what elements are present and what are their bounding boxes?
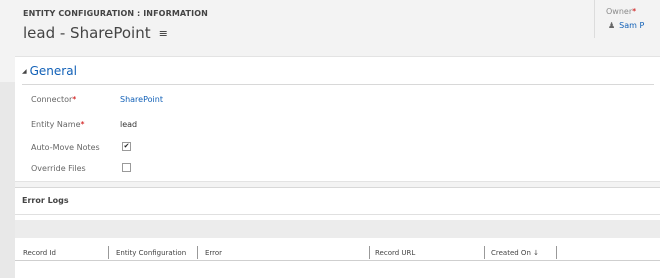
field-label-text: Entity Name [31, 120, 81, 129]
record-title-text: lead - SharePoint [23, 24, 151, 42]
required-marker: * [72, 95, 77, 104]
field-label-text: Connector [31, 95, 73, 104]
override-files-checkbox[interactable] [122, 163, 131, 172]
hamburger-menu-icon[interactable]: ≡ [159, 28, 168, 39]
grid-header: Record Id Entity Configuration Error Rec… [15, 246, 660, 260]
column-header-entity-configuration[interactable]: Entity Configuration [116, 249, 186, 257]
general-section-header[interactable]: ◢ General [22, 64, 77, 78]
column-header-created-on-label: Created On [491, 249, 531, 257]
field-connector: Connector* SharePoint [15, 93, 660, 111]
field-override-files: Override Files [15, 162, 660, 180]
field-entity-name: Entity Name* lead [15, 118, 660, 136]
section-divider [22, 84, 654, 85]
collapse-triangle-icon[interactable]: ◢ [22, 68, 27, 75]
column-separator[interactable] [197, 246, 198, 259]
grid-toolbar [15, 220, 660, 238]
field-auto-move-notes: Auto-Move Notes ✔ [15, 141, 660, 159]
section-title: General [29, 64, 77, 78]
user-icon: ♟ [608, 21, 616, 30]
column-separator[interactable] [108, 246, 109, 259]
owner-label-text: Owner [606, 7, 633, 16]
column-header-error[interactable]: Error [205, 249, 222, 257]
column-header-created-on[interactable]: Created On ↓ [491, 249, 539, 257]
entity-name-field[interactable]: lead [120, 120, 137, 129]
column-separator[interactable] [484, 246, 485, 259]
left-gutter [0, 82, 15, 278]
owner-lookup[interactable]: ♟ Sam P [608, 21, 644, 30]
owner-label: Owner* [606, 7, 636, 16]
record-header: ENTITY CONFIGURATION : INFORMATION lead … [0, 0, 660, 56]
column-header-record-id[interactable]: Record Id [23, 249, 56, 257]
column-separator[interactable] [556, 246, 557, 259]
error-logs-title: Error Logs [22, 196, 69, 205]
connector-lookup[interactable]: SharePoint [120, 95, 163, 104]
owner-divider [594, 0, 595, 38]
owner-value[interactable]: Sam P [619, 21, 644, 30]
breadcrumb: ENTITY CONFIGURATION : INFORMATION [23, 9, 208, 18]
record-title: lead - SharePoint ≡ [23, 24, 168, 42]
section-divider [15, 214, 660, 215]
field-label-entity-name: Entity Name* [31, 120, 85, 129]
grid-header-divider [15, 260, 660, 261]
field-label-connector: Connector* [31, 95, 76, 104]
required-marker: * [80, 120, 85, 129]
error-logs-section: Error Logs Record Id Entity Configuratio… [15, 187, 660, 278]
auto-move-notes-checkbox[interactable]: ✔ [122, 142, 131, 151]
required-marker: * [632, 7, 637, 16]
sort-descending-icon: ↓ [533, 249, 539, 257]
field-label-auto-move-notes: Auto-Move Notes [31, 143, 100, 152]
field-label-override-files: Override Files [31, 164, 86, 173]
general-section: ◢ General Connector* SharePoint Entity N… [15, 56, 660, 182]
column-header-record-url[interactable]: Record URL [375, 249, 415, 257]
column-separator[interactable] [369, 246, 370, 259]
